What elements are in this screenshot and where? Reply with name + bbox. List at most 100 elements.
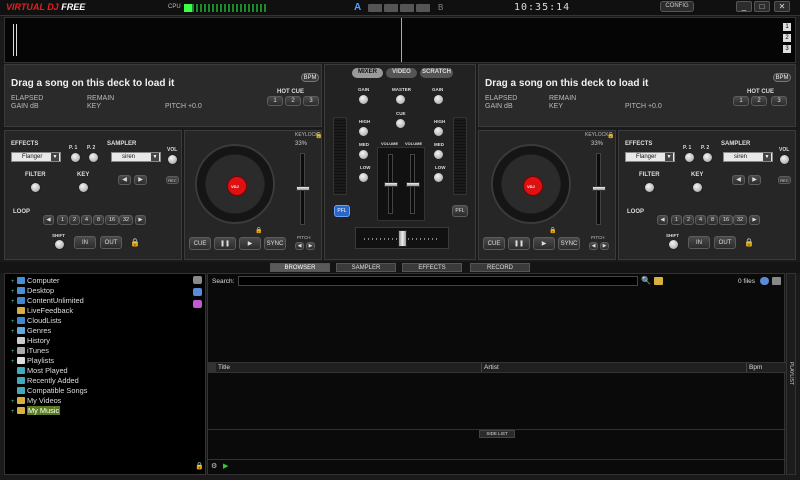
- hot-cue-3-button[interactable]: 3: [771, 96, 787, 106]
- tree-item[interactable]: Compatible Songs: [11, 386, 87, 395]
- tab-browser[interactable]: BROWSER: [270, 263, 330, 272]
- shift-knob[interactable]: [54, 239, 65, 250]
- loop-next-button[interactable]: ▶: [135, 215, 146, 225]
- sampler-vol-knob[interactable]: [167, 154, 178, 165]
- waveform-display[interactable]: 1 2 3: [4, 17, 796, 63]
- cue-button[interactable]: CUE: [483, 237, 505, 250]
- bpm-button[interactable]: BPM: [773, 73, 791, 82]
- pfl-a-button[interactable]: PFL: [334, 205, 350, 217]
- play-button[interactable]: ▶: [533, 237, 555, 250]
- low-a-knob[interactable]: [358, 172, 369, 183]
- loop-prev-button[interactable]: ◀: [657, 215, 668, 225]
- layout-segment[interactable]: [400, 4, 414, 12]
- loop-length-button[interactable]: 8: [93, 215, 104, 225]
- low-b-knob[interactable]: [433, 172, 444, 183]
- master-knob[interactable]: [395, 94, 406, 105]
- pitch-up-button[interactable]: ▶: [306, 242, 315, 250]
- column-divider[interactable]: [481, 363, 482, 372]
- pitch-slider-handle[interactable]: [296, 186, 310, 191]
- column-artist[interactable]: Artist: [484, 364, 499, 371]
- config-button[interactable]: CONFIG: [660, 1, 694, 12]
- loop-next-button[interactable]: ▶: [749, 215, 760, 225]
- loop-length-button[interactable]: 32: [733, 215, 747, 225]
- med-b-knob[interactable]: [433, 149, 444, 160]
- zoom-1-button[interactable]: 1: [783, 23, 791, 31]
- key-knob[interactable]: [692, 182, 703, 193]
- settings-icon[interactable]: ⚙: [211, 462, 217, 470]
- loop-out-button[interactable]: OUT: [100, 236, 122, 249]
- tree-item[interactable]: LiveFeedback: [11, 306, 73, 315]
- pitch-up-button[interactable]: ▶: [600, 242, 609, 250]
- tree-item[interactable]: + Desktop: [11, 286, 54, 295]
- column-title[interactable]: Title: [218, 364, 230, 371]
- column-divider[interactable]: [746, 363, 747, 372]
- column-header-select[interactable]: [208, 363, 216, 372]
- hot-cue-3-button[interactable]: 3: [303, 96, 319, 106]
- sampler-select[interactable]: siren ▼: [723, 152, 773, 162]
- search-icon[interactable]: 🔍: [641, 276, 651, 285]
- volume-b-fader[interactable]: [406, 182, 420, 187]
- folder-icon[interactable]: [654, 277, 663, 285]
- layout-segment[interactable]: [368, 4, 382, 12]
- loop-length-button[interactable]: 2: [69, 215, 80, 225]
- lock-icon[interactable]: 🔒: [255, 227, 262, 234]
- sampler-select[interactable]: siren ▼: [111, 152, 161, 162]
- lock-icon[interactable]: 🔒: [549, 227, 556, 234]
- crossfader-handle[interactable]: [398, 230, 407, 247]
- sampler-play-button[interactable]: ▶: [748, 175, 761, 185]
- close-button[interactable]: ✕: [774, 1, 790, 12]
- playlist-icon[interactable]: [193, 300, 202, 308]
- tree-item[interactable]: + My Music: [11, 406, 61, 415]
- cue-button[interactable]: CUE: [189, 237, 211, 250]
- effect-select[interactable]: Flanger ▼: [625, 152, 675, 162]
- tree-item[interactable]: + Genres: [11, 326, 51, 335]
- p1-knob[interactable]: [70, 152, 81, 163]
- tab-sampler[interactable]: SAMPLER: [336, 263, 396, 272]
- tree-item[interactable]: + Computer: [11, 276, 59, 285]
- gain-a-knob[interactable]: [358, 94, 369, 105]
- pfl-b-button[interactable]: PFL: [452, 205, 468, 217]
- playlist-tab-label[interactable]: PLAYLIST: [788, 362, 794, 385]
- tree-item[interactable]: History: [11, 336, 50, 345]
- deck-a-jog-wheel[interactable]: VDJ: [195, 144, 275, 224]
- tab-scratch[interactable]: SCRATCH: [420, 68, 453, 78]
- sampler-vol-knob[interactable]: [779, 154, 790, 165]
- lock-icon[interactable]: 🔒: [315, 132, 322, 139]
- tree-item[interactable]: + ContentUnlimited: [11, 296, 84, 305]
- key-knob[interactable]: [78, 182, 89, 193]
- loop-out-button[interactable]: OUT: [714, 236, 736, 249]
- bpm-button[interactable]: BPM: [301, 73, 319, 82]
- pitch-down-button[interactable]: ◀: [295, 242, 304, 250]
- crossfader[interactable]: [355, 227, 449, 249]
- loop-length-button[interactable]: 2: [683, 215, 694, 225]
- loop-in-button[interactable]: IN: [74, 236, 96, 249]
- filter-knob[interactable]: [644, 182, 655, 193]
- sampler-rec-button[interactable]: REC: [778, 176, 791, 184]
- p1-knob[interactable]: [684, 152, 695, 163]
- effect-select[interactable]: Flanger ▼: [11, 152, 61, 162]
- sampler-play-button[interactable]: ▶: [134, 175, 147, 185]
- p2-knob[interactable]: [702, 152, 713, 163]
- sync-button[interactable]: SYNC: [264, 237, 286, 250]
- tab-mixer[interactable]: MIXER: [352, 68, 383, 78]
- pause-button[interactable]: ❚❚: [214, 237, 236, 250]
- deck-b-jog-wheel[interactable]: VDJ: [491, 144, 571, 224]
- column-bpm[interactable]: Bpm: [749, 364, 762, 371]
- layout-segment[interactable]: [416, 4, 430, 12]
- loop-length-button[interactable]: 4: [81, 215, 92, 225]
- tree-item[interactable]: + Playlists: [11, 356, 54, 365]
- tree-item[interactable]: + My Videos: [11, 396, 61, 405]
- cue-mix-knob[interactable]: [395, 118, 406, 129]
- play-arrow-icon[interactable]: ▶: [223, 462, 228, 470]
- loop-length-button[interactable]: 1: [57, 215, 68, 225]
- sampler-prev-button[interactable]: ◀: [118, 175, 131, 185]
- minimize-button[interactable]: _: [736, 1, 752, 12]
- side-list-button[interactable]: SIDE LIST: [479, 430, 515, 438]
- zoom-3-button[interactable]: 3: [783, 45, 791, 53]
- tree-item[interactable]: Most Played: [11, 366, 68, 375]
- play-button[interactable]: ▶: [239, 237, 261, 250]
- view-icon[interactable]: [772, 277, 781, 285]
- lock-icon[interactable]: 🔒: [744, 238, 754, 247]
- loop-length-button[interactable]: 1: [671, 215, 682, 225]
- search-input[interactable]: [238, 276, 638, 286]
